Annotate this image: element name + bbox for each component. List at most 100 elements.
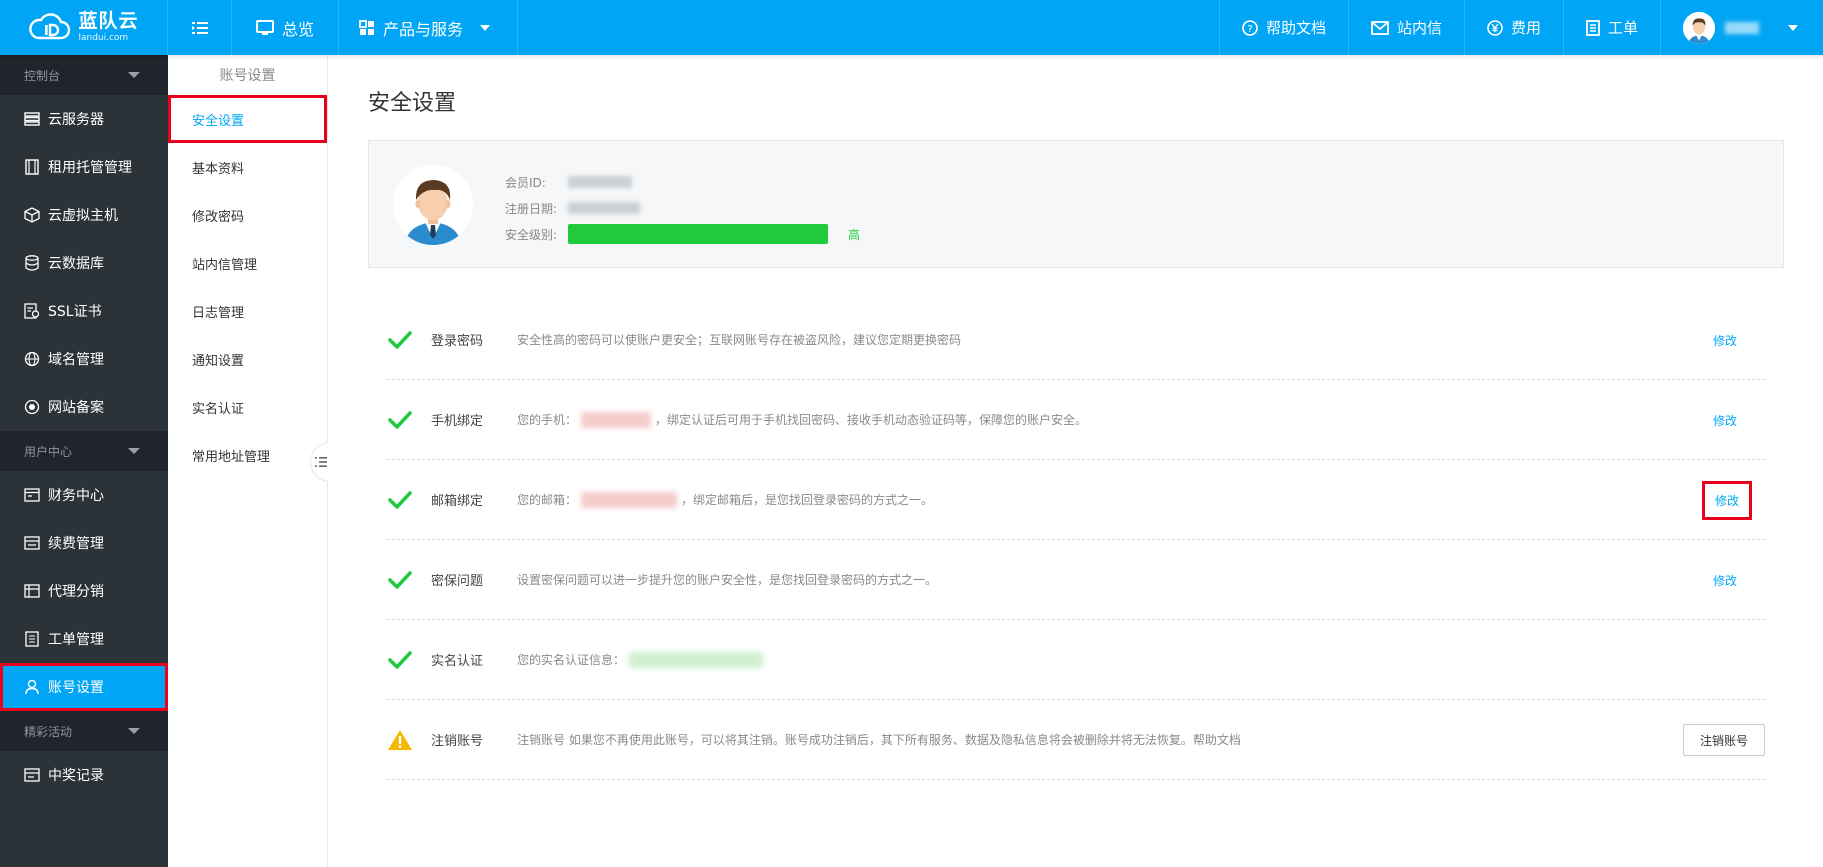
- register-date-value-redacted: [568, 202, 640, 214]
- nav-tickets-label: 工单: [1607, 19, 1638, 37]
- profile-summary: 会员ID: 注册日期: 安全级别: 高: [368, 140, 1784, 268]
- sidebar-item-label: 域名管理: [48, 352, 104, 368]
- username-redacted: [1725, 21, 1759, 34]
- cancel-account-button[interactable]: 注销账号: [1683, 724, 1765, 756]
- sidebar-item-virtual-host[interactable]: 云虚拟主机: [0, 191, 168, 239]
- real-name-desc-prefix: 您的实名认证信息：: [517, 653, 626, 667]
- menu-collapse-icon: [191, 21, 208, 34]
- renew-icon: [24, 535, 40, 551]
- sidebar-item-label: 云服务器: [48, 112, 104, 128]
- sidebar-item-label: 中奖记录: [48, 768, 104, 784]
- sidebar-item-label: 云虚拟主机: [48, 208, 118, 224]
- check-icon: [387, 407, 413, 433]
- user-menu[interactable]: [1660, 0, 1823, 55]
- nav-help-docs[interactable]: ? 帮助文档: [1218, 0, 1348, 55]
- modify-email-link[interactable]: 修改: [1701, 460, 1753, 540]
- nav-products-dropdown[interactable]: 产品与服务: [339, 0, 519, 55]
- security-item-name: 邮箱绑定: [431, 494, 484, 509]
- nav-fees-label: 费用: [1510, 19, 1541, 37]
- subnav-item-notifications[interactable]: 通知设置: [168, 335, 327, 383]
- menu-toggle-button[interactable]: [168, 0, 232, 55]
- email-value-redacted: [581, 491, 678, 508]
- sidebar-item-label: 工单管理: [48, 632, 104, 648]
- sidebar-item-tickets[interactable]: 工单管理: [0, 615, 168, 663]
- subnav-item-security[interactable]: 安全设置: [168, 95, 327, 143]
- phone-desc-prefix: 您的手机：: [517, 413, 578, 427]
- sidebar-group-label: 精彩活动: [24, 724, 73, 739]
- sidebar-item-database[interactable]: 云数据库: [0, 239, 168, 287]
- security-item-desc: 您的实名认证信息：: [517, 651, 764, 668]
- sidebar-item-prize-records[interactable]: 中奖记录: [0, 751, 168, 799]
- help-icon: ?: [1242, 19, 1258, 36]
- modify-question-link[interactable]: 修改: [1713, 540, 1737, 620]
- sidebar-group-label: 控制台: [24, 68, 61, 83]
- nav-tickets[interactable]: 工单: [1562, 0, 1660, 55]
- security-item-desc: 您的邮箱： ，绑定邮箱后，是您找回登录密码的方式之一。: [517, 491, 933, 508]
- nav-products-label: 产品与服务: [383, 19, 464, 39]
- security-row-login-password: 登录密码 安全性高的密码可以使账户更安全；互联网账号存在被盗风险，建议您定期更换…: [387, 300, 1765, 380]
- certificate-icon: [24, 303, 40, 319]
- sidebar-item-label: SSL证书: [48, 304, 102, 320]
- modify-phone-link[interactable]: 修改: [1713, 380, 1737, 460]
- check-icon: [387, 327, 413, 353]
- nav-help-docs-label: 帮助文档: [1265, 19, 1326, 37]
- modify-password-link[interactable]: 修改: [1713, 300, 1737, 380]
- sidebar-item-account-settings[interactable]: 账号设置: [0, 663, 168, 711]
- svg-text:?: ?: [1247, 24, 1252, 35]
- page-title: 安全设置: [368, 91, 457, 116]
- rack-icon: [24, 159, 40, 175]
- finance-icon: [24, 487, 40, 503]
- sidebar-item-hosting[interactable]: 租用托管管理: [0, 143, 168, 191]
- caret-down-icon: [128, 448, 140, 454]
- monitor-icon: [256, 19, 274, 35]
- security-row-phone-binding: 手机绑定 您的手机： ，绑定认证后可用于手机找回密码、接收手机动态验证码等，保障…: [387, 380, 1765, 460]
- nav-overview[interactable]: 总览: [232, 0, 340, 55]
- email-desc-suffix: ，绑定邮箱后，是您找回登录密码的方式之一。: [681, 493, 934, 507]
- security-item-desc: 安全性高的密码可以使账户更安全；互联网账号存在被盗风险，建议您定期更换密码: [517, 333, 962, 347]
- security-item-desc: 注销账号 如果您不再使用此账号，可以将其注销。账号成功注销后，其下所有服务、数据…: [517, 733, 1241, 747]
- security-item-name: 登录密码: [431, 334, 484, 349]
- list-collapse-icon: [314, 457, 327, 467]
- real-name-value-redacted: [629, 651, 764, 668]
- security-row-real-name: 实名认证 您的实名认证信息：: [387, 620, 1765, 700]
- security-item-desc: 您的手机： ，绑定认证后可用于手机找回密码、接收手机动态验证码等，保障您的账户安…: [517, 411, 1087, 428]
- sidebar-item-label: 续费管理: [48, 536, 104, 552]
- logo-name: 蓝队云: [78, 10, 139, 32]
- caret-down-icon: [480, 24, 491, 31]
- subnav-item-messages[interactable]: 站内信管理: [168, 239, 327, 287]
- sidebar-item-domain[interactable]: 域名管理: [0, 335, 168, 383]
- subnav-item-addresses[interactable]: 常用地址管理: [168, 431, 327, 479]
- sidebar-item-label: 网站备案: [48, 400, 104, 416]
- sidebar-group-console[interactable]: 控制台: [0, 55, 168, 95]
- sidebar-group-activities[interactable]: 精彩活动: [0, 711, 168, 751]
- check-icon: [387, 647, 413, 673]
- sidebar-item-label: 云数据库: [48, 256, 104, 272]
- security-row-email-binding: 邮箱绑定 您的邮箱： ，绑定邮箱后，是您找回登录密码的方式之一。 修改: [387, 460, 1765, 540]
- nav-fees[interactable]: 费用: [1463, 0, 1563, 55]
- sidebar-item-finance[interactable]: 财务中心: [0, 471, 168, 519]
- sidebar-group-label: 用户中心: [24, 444, 73, 459]
- phone-value-redacted: [581, 411, 652, 428]
- server-icon: [24, 111, 40, 127]
- sidebar-item-label: 租用托管管理: [48, 160, 132, 176]
- sidebar-item-agent[interactable]: 代理分销: [0, 567, 168, 615]
- yen-icon: [1487, 19, 1503, 36]
- subnav-item-logs[interactable]: 日志管理: [168, 287, 327, 335]
- check-icon: [387, 487, 413, 513]
- logo[interactable]: 蓝队云 landui.com: [0, 0, 168, 55]
- security-items-list: 登录密码 安全性高的密码可以使账户更安全；互联网账号存在被盗风险，建议您定期更换…: [387, 300, 1765, 780]
- security-level-label: 安全级别:: [505, 227, 558, 242]
- nav-messages[interactable]: 站内信: [1347, 0, 1464, 55]
- subnav-item-real-name[interactable]: 实名认证: [168, 383, 327, 431]
- sidebar-item-cloud-server[interactable]: 云服务器: [0, 95, 168, 143]
- user-avatar: [1683, 11, 1715, 44]
- sidebar-item-renewal[interactable]: 续费管理: [0, 519, 168, 567]
- subnav-item-change-password[interactable]: 修改密码: [168, 191, 327, 239]
- sidebar-group-user-center[interactable]: 用户中心: [0, 431, 168, 471]
- sidebar-item-label: 代理分销: [48, 584, 104, 600]
- sidebar-item-ssl[interactable]: SSL证书: [0, 287, 168, 335]
- security-item-name: 密保问题: [431, 574, 484, 589]
- subnav-item-profile[interactable]: 基本资料: [168, 143, 327, 191]
- sidebar-item-icp[interactable]: 网站备案: [0, 383, 168, 431]
- security-item-name: 实名认证: [431, 654, 484, 669]
